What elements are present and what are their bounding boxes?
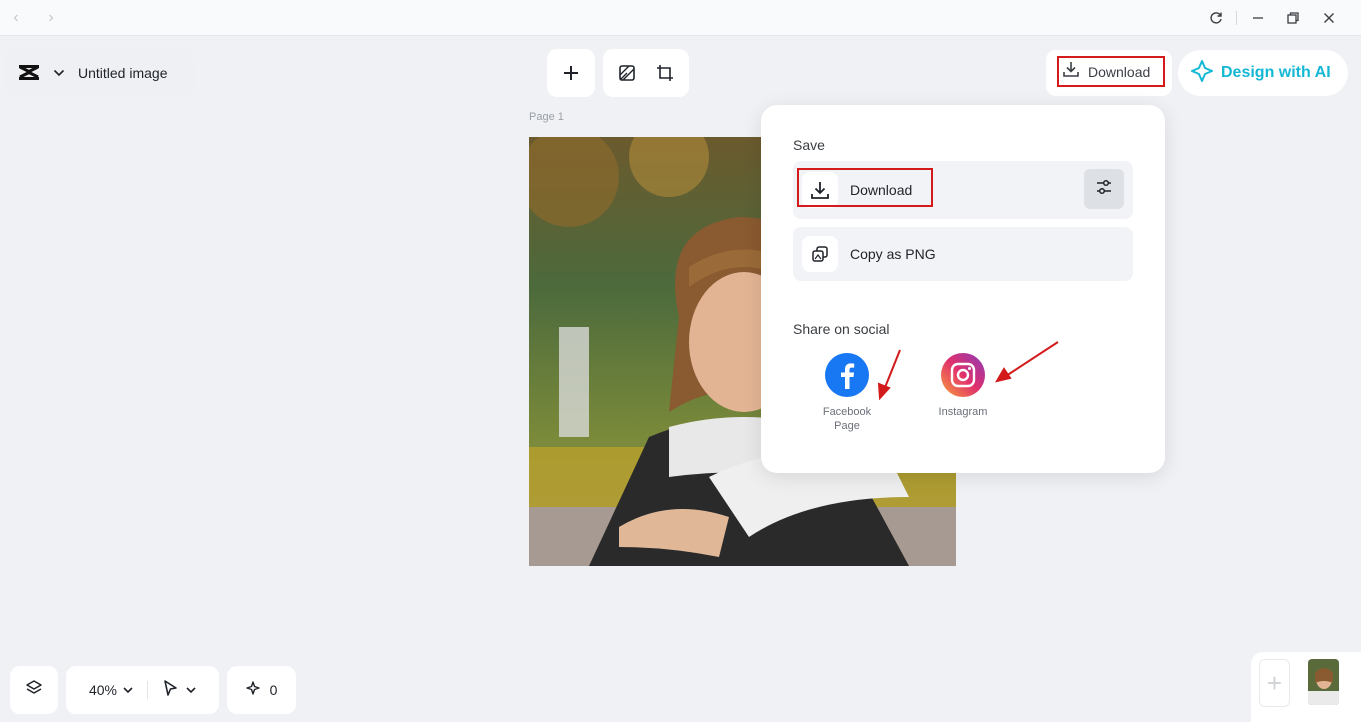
plus-icon: + bbox=[1266, 667, 1283, 698]
restore-icon[interactable] bbox=[1283, 8, 1303, 28]
ai-credits-button[interactable]: 0 bbox=[227, 666, 296, 714]
zoom-value[interactable]: 40% bbox=[89, 682, 117, 698]
close-icon[interactable] bbox=[1319, 8, 1339, 28]
design-with-ai-button[interactable]: Design with AI bbox=[1178, 50, 1348, 96]
share-facebook-page[interactable]: Facebook Page bbox=[807, 353, 887, 433]
layers-icon bbox=[25, 679, 43, 702]
zoom-separator bbox=[147, 681, 149, 699]
download-button[interactable]: Download bbox=[1057, 56, 1165, 87]
copy-as-png-row[interactable]: Copy as PNG bbox=[793, 227, 1133, 281]
pointer-chevron-down-icon[interactable] bbox=[186, 681, 196, 699]
share-section-title: Share on social bbox=[793, 321, 890, 337]
copy-as-png-label: Copy as PNG bbox=[850, 246, 936, 262]
zoom-controls: 40% bbox=[66, 666, 219, 714]
download-popover: Save Download Copy as PNG Share on socia… bbox=[761, 105, 1165, 473]
download-settings-button[interactable] bbox=[1084, 169, 1124, 209]
project-menu[interactable]: Untitled image bbox=[4, 49, 194, 97]
chevron-down-icon[interactable] bbox=[52, 66, 66, 80]
document-title[interactable]: Untitled image bbox=[78, 65, 168, 81]
copy-icon bbox=[802, 236, 838, 272]
capcut-logo-icon bbox=[16, 60, 42, 86]
background-icon[interactable] bbox=[617, 63, 637, 83]
credits-count: 0 bbox=[269, 682, 278, 698]
zoom-chevron-down-icon[interactable] bbox=[123, 681, 133, 699]
forward-icon[interactable]: › bbox=[42, 9, 60, 27]
back-icon[interactable]: ‹ bbox=[7, 9, 25, 27]
window-titlebar: ‹ › bbox=[0, 0, 1361, 36]
plus-icon bbox=[561, 63, 581, 83]
download-icon bbox=[1062, 60, 1080, 83]
add-page-button[interactable]: + bbox=[1259, 659, 1290, 707]
save-section-title: Save bbox=[793, 137, 825, 153]
sparkle-icon bbox=[245, 680, 260, 700]
pointer-icon[interactable] bbox=[162, 679, 178, 702]
resize-icon[interactable] bbox=[655, 63, 675, 83]
page-label: Page 1 bbox=[529, 111, 564, 123]
download-button-label: Download bbox=[1088, 63, 1151, 80]
facebook-label-line1: Facebook bbox=[822, 406, 872, 418]
refresh-icon[interactable] bbox=[1206, 8, 1226, 28]
page-thumbnail[interactable] bbox=[1308, 659, 1339, 705]
minimize-icon[interactable] bbox=[1248, 8, 1268, 28]
design-with-ai-label: Design with AI bbox=[1221, 64, 1331, 81]
titlebar-separator bbox=[1236, 11, 1237, 25]
sliders-icon bbox=[1095, 178, 1113, 201]
instagram-icon bbox=[941, 353, 985, 397]
layers-button[interactable] bbox=[10, 666, 58, 714]
instagram-label: Instagram bbox=[938, 406, 988, 418]
add-button[interactable] bbox=[547, 49, 595, 97]
edit-tools bbox=[603, 49, 689, 97]
share-instagram[interactable]: Instagram bbox=[923, 353, 1003, 419]
download-highlight-box bbox=[797, 168, 933, 207]
ai-sparkle-icon bbox=[1191, 59, 1213, 87]
facebook-label-line2: Page bbox=[834, 420, 860, 432]
facebook-icon bbox=[825, 353, 869, 397]
